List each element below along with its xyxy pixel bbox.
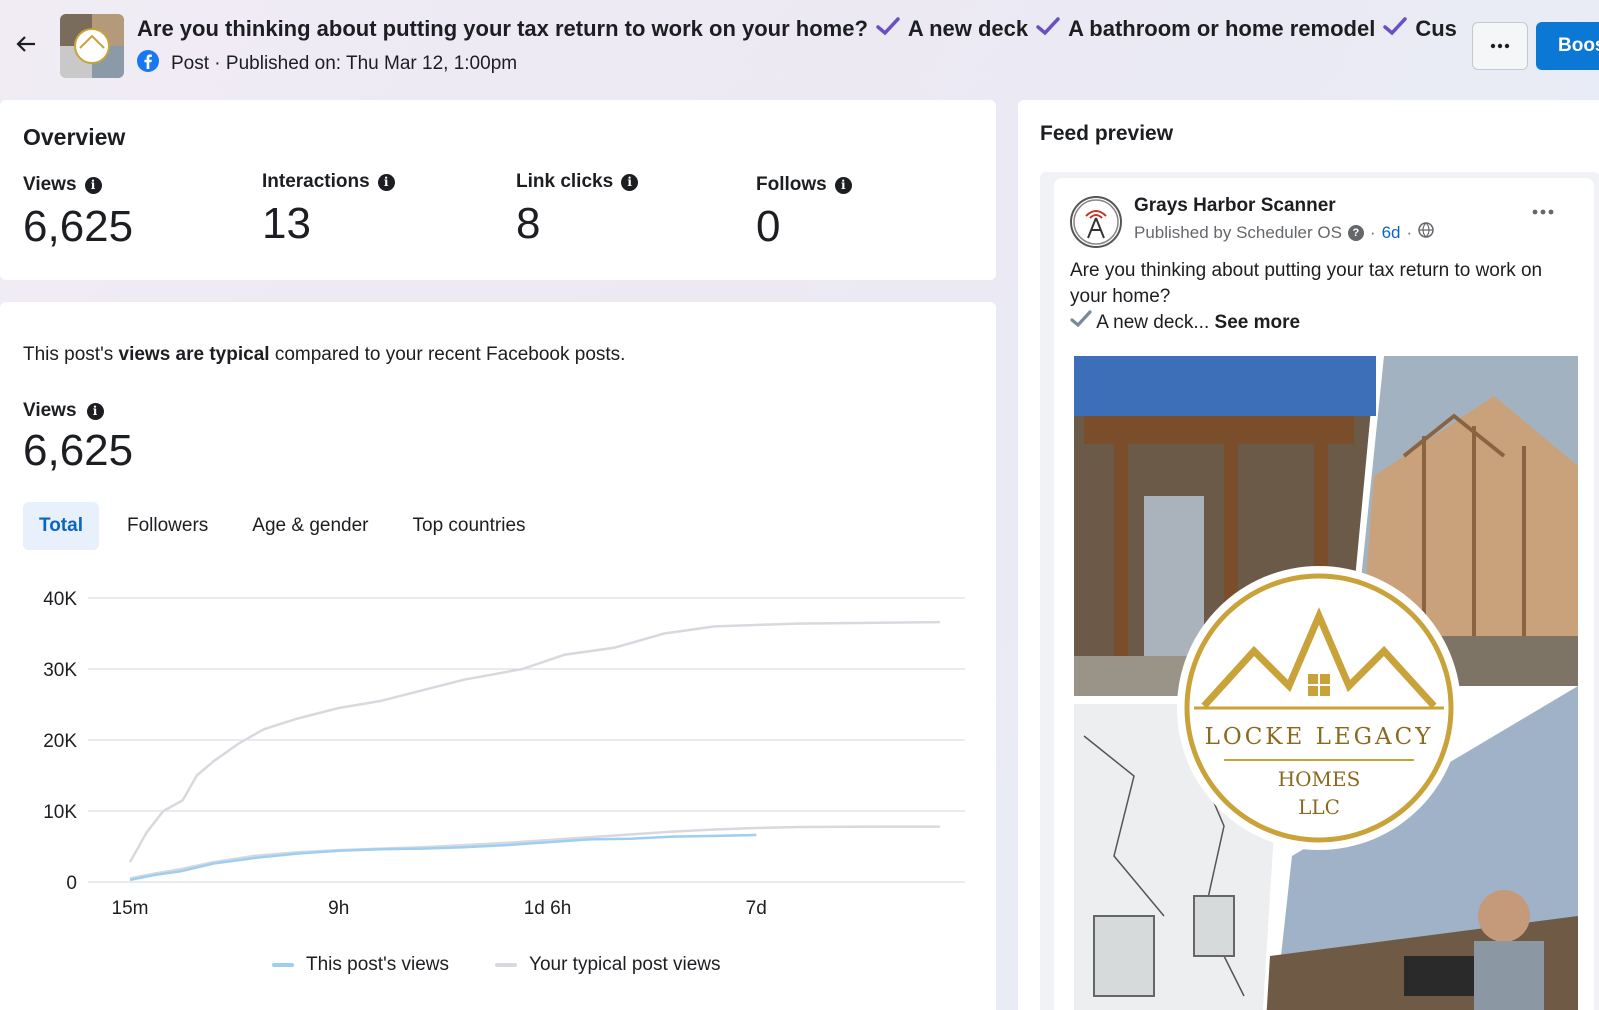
help-icon[interactable]: ?	[1347, 224, 1364, 241]
page-name[interactable]: Grays Harbor Scanner	[1134, 195, 1336, 217]
info-icon[interactable]: i	[834, 176, 852, 194]
title-part-1: Are you thinking about putting your tax …	[137, 16, 868, 41]
checkmark-icon	[876, 16, 900, 42]
checkmark-icon	[1383, 16, 1408, 42]
typical-comparison-text: This post's views are typical compared t…	[23, 344, 625, 366]
title-part-3: A bathroom or home remodel	[1068, 16, 1376, 41]
published-by-text: Published by Scheduler OS	[1134, 222, 1342, 242]
views-label-text: Views	[23, 400, 77, 421]
metric-value: 0	[756, 202, 781, 251]
metric-label: Link clicks	[516, 171, 614, 192]
checkmark-icon	[1036, 16, 1060, 42]
views-value: 6,625	[23, 426, 134, 475]
views-line-chart: 40K 30K 20K 10K 0 15m 9h 1d 6h 7d	[43, 589, 965, 919]
overview-title: Overview	[23, 124, 126, 150]
info-icon[interactable]: i	[377, 173, 395, 191]
post-header: Are you thinking about putting your tax …	[0, 0, 1599, 98]
post-meta: Post · Published on: Thu Mar 12, 1:00pm	[137, 50, 517, 78]
feed-preview-title: Feed preview	[1040, 122, 1174, 145]
logo-text-brand: LOCKE LEGACY	[1205, 724, 1434, 750]
x-tick-label: 9h	[328, 898, 349, 919]
typical-bold: views are typical	[118, 344, 270, 365]
info-icon[interactable]: i	[86, 402, 104, 420]
legend-swatch	[272, 963, 294, 967]
legend-swatch	[495, 963, 518, 967]
boost-button[interactable]: Boost	[1536, 22, 1599, 70]
series-line-this-post	[129, 833, 757, 882]
metric-label: Follows	[756, 174, 827, 195]
legend-item-typical: Your typical post views	[495, 954, 721, 976]
y-tick-label: 0	[66, 873, 77, 894]
logo-text-llc: LLC	[1298, 795, 1340, 819]
title-part-4: Custom ...	[1415, 16, 1457, 41]
post-text-snippet: A new deck...	[1096, 312, 1210, 333]
tab-top-countries[interactable]: Top countries	[397, 502, 542, 550]
metric-interactions: Interactions i 13	[262, 171, 395, 249]
metric-views: Views i 6,625	[23, 174, 133, 252]
post-thumbnail	[60, 14, 124, 78]
separator: ·	[1406, 222, 1413, 242]
views-card: This post's views are typical compared t…	[0, 302, 996, 1010]
post-age[interactable]: 6d	[1382, 223, 1401, 243]
info-icon[interactable]: i	[84, 176, 102, 194]
series-line-typical	[129, 825, 940, 880]
page-avatar[interactable]	[1070, 196, 1122, 248]
logo-text-homes: HOMES	[1278, 767, 1361, 791]
legend-label: This post's views	[306, 954, 450, 975]
legend-label: Your typical post views	[529, 954, 721, 975]
metric-value: 13	[262, 199, 311, 248]
legend-item-this-post: This post's views	[272, 954, 449, 976]
metric-link-clicks: Link clicks i 8	[516, 171, 639, 249]
tab-total[interactable]: Total	[23, 502, 99, 550]
metric-label: Views	[23, 174, 77, 195]
tab-followers[interactable]: Followers	[111, 502, 224, 550]
post-image-collage[interactable]: LOCKE LEGACY HOMES LLC	[1074, 356, 1578, 1010]
post-text-line-2: A new deck... See more	[1070, 310, 1570, 336]
overview-card: Overview Views i 6,625 Interactions i 13 L…	[0, 100, 996, 280]
more-options-button[interactable]	[1472, 22, 1528, 70]
see-more-link[interactable]: See more	[1215, 312, 1301, 333]
post-published-by: Published by Scheduler OS ? · 6d ·	[1134, 222, 1434, 243]
metric-value: 6,625	[23, 202, 134, 251]
facebook-post-preview: Grays Harbor Scanner Published by Schedu…	[1054, 178, 1594, 1010]
views-tabs: Total Followers Age & gender Top countri…	[23, 502, 554, 550]
x-tick-label: 15m	[112, 898, 149, 919]
back-arrow-icon[interactable]	[12, 30, 40, 58]
post-title: Are you thinking about putting your tax …	[137, 16, 1457, 42]
y-tick-label: 20K	[43, 731, 77, 752]
x-tick-label: 7d	[746, 898, 767, 919]
y-tick-label: 40K	[43, 589, 77, 610]
info-icon[interactable]: i	[621, 173, 639, 191]
post-type: Post	[171, 53, 210, 74]
typical-suffix: compared to your recent Facebook posts.	[269, 344, 626, 365]
tab-age-gender[interactable]: Age & gender	[236, 502, 384, 550]
metric-value: 8	[516, 199, 541, 248]
views-label: Views i	[23, 400, 104, 422]
chart-legend: This post's views Your typical post view…	[272, 954, 747, 976]
checkmark-icon	[1070, 310, 1092, 333]
feed-preview-card: Feed preview Grays Harbor Scanner Publis…	[1018, 100, 1599, 1010]
post-text-line-1: Are you thinking about putting your tax …	[1070, 260, 1543, 307]
meta-separator: ·	[209, 53, 226, 74]
facebook-icon	[137, 50, 159, 78]
y-tick-label: 30K	[43, 660, 77, 681]
separator: ·	[1369, 222, 1376, 242]
post-more-icon[interactable]	[1528, 200, 1558, 224]
globe-icon	[1418, 222, 1434, 243]
typical-prefix: This post's	[23, 344, 119, 365]
post-text: Are you thinking about putting your tax …	[1070, 258, 1570, 336]
metric-follows: Follows i 0	[756, 174, 852, 252]
metric-label: Interactions	[262, 171, 370, 192]
feed-preview-frame: Grays Harbor Scanner Published by Schedu…	[1040, 172, 1599, 1010]
title-part-2: A new deck	[907, 16, 1029, 41]
x-tick-label: 1d 6h	[524, 898, 572, 919]
y-tick-label: 10K	[43, 802, 77, 823]
published-date: Published on: Thu Mar 12, 1:00pm	[225, 53, 518, 74]
